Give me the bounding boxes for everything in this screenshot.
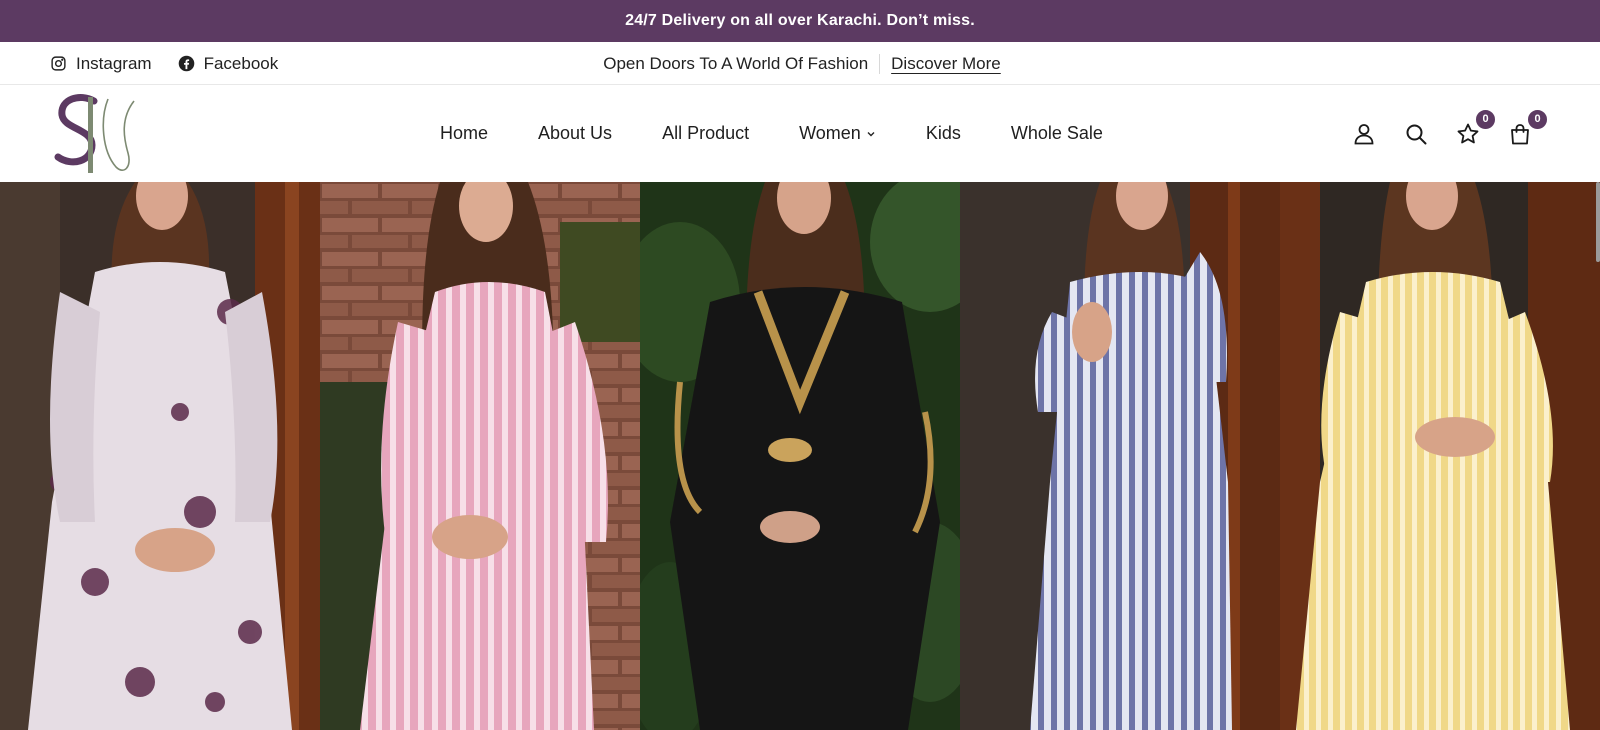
user-icon xyxy=(1352,122,1376,146)
promo-divider xyxy=(879,53,881,74)
brand-logo[interactable] xyxy=(50,89,140,177)
nav-all-product-label: All Product xyxy=(662,123,750,143)
nav-about-us[interactable]: About Us xyxy=(538,123,612,144)
main-nav: Home About Us All Product Women Kids Who… xyxy=(440,85,1103,182)
announcement-bar: 24/7 Delivery on all over Karachi. Don’t… xyxy=(0,0,1600,42)
wishlist-count-badge: 0 xyxy=(1475,108,1496,130)
nav-women-label: Women xyxy=(799,123,861,143)
cart-count-badge: 0 xyxy=(1527,108,1548,130)
nav-kids[interactable]: Kids xyxy=(926,123,961,144)
wishlist-button[interactable]: 0 xyxy=(1456,108,1496,146)
account-button[interactable] xyxy=(1352,122,1376,146)
hero-image-blue-striped-dress xyxy=(960,182,1280,730)
hero-image-black-kaftan xyxy=(640,182,960,730)
chevron-down-icon xyxy=(866,129,876,139)
facebook-icon xyxy=(178,55,195,72)
nav-whole-sale-label: Whole Sale xyxy=(1010,123,1103,143)
instagram-link[interactable]: Instagram xyxy=(50,54,152,74)
nav-all-product[interactable]: All Product xyxy=(662,123,749,144)
page-scrollbar[interactable] xyxy=(1596,182,1600,262)
nav-home[interactable]: Home xyxy=(440,123,488,144)
instagram-label: Instagram xyxy=(76,53,152,73)
nav-home-label: Home xyxy=(440,123,489,143)
top-bar: Instagram Facebook Open Doors To A World… xyxy=(0,42,1600,85)
nav-whole-sale[interactable]: Whole Sale xyxy=(1011,123,1103,144)
search-icon xyxy=(1404,122,1428,146)
search-button[interactable] xyxy=(1404,122,1428,146)
header-actions: 0 0 xyxy=(1352,85,1548,182)
hero-image-yellow-striped-dress xyxy=(1280,182,1600,730)
cart-button[interactable]: 0 xyxy=(1508,108,1548,146)
instagram-icon xyxy=(50,55,67,72)
facebook-label: Facebook xyxy=(203,53,279,73)
nav-women[interactable]: Women xyxy=(799,123,876,144)
hero-image-floral-kurta xyxy=(0,182,320,730)
discover-more-link[interactable]: Discover More xyxy=(891,54,1001,74)
announcement-text: 24/7 Delivery on all over Karachi. Don’t… xyxy=(625,12,975,29)
hero-image-pink-striped-kurta xyxy=(320,182,640,730)
main-header: Home About Us All Product Women Kids Who… xyxy=(0,85,1600,182)
hero-banner[interactable] xyxy=(0,182,1600,730)
nav-about-us-label: About Us xyxy=(538,123,613,143)
social-links: Instagram Facebook xyxy=(50,42,278,85)
nav-kids-label: Kids xyxy=(925,123,961,143)
promo-text: Open Doors To A World Of Fashion xyxy=(603,53,869,73)
facebook-link[interactable]: Facebook xyxy=(178,53,279,74)
